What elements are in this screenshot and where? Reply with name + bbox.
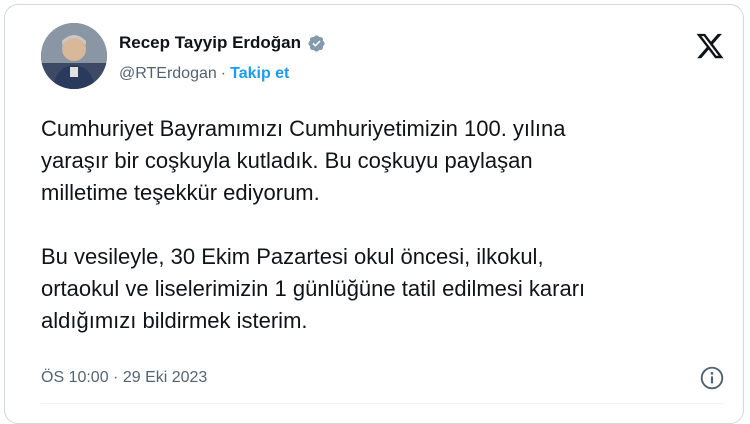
follow-link[interactable]: Takip et xyxy=(230,65,289,83)
separator-dot: · xyxy=(220,65,227,82)
tweet-paragraph-2: Bu vesileyle, 30 Ekim Pazartesi okul önc… xyxy=(41,244,586,333)
tweet-timestamp[interactable]: ÖS 10:00 · 29 Eki 2023 xyxy=(41,369,207,387)
author-avatar[interactable] xyxy=(41,23,107,89)
verified-badge-icon xyxy=(307,34,326,53)
info-icon[interactable] xyxy=(699,365,725,391)
tweet-paragraph-1: Cumhuriyet Bayramımızı Cumhuriyetimizin … xyxy=(41,116,566,205)
avatar-image xyxy=(41,23,107,89)
author-display-name[interactable]: Recep Tayyip Erdoğan xyxy=(119,33,301,53)
x-logo-icon[interactable] xyxy=(695,31,725,61)
tweet-card[interactable]: Recep Tayyip Erdoğan @RTErdogan · Takip … xyxy=(4,4,744,424)
author-handle-row: @RTErdogan · Takip et xyxy=(119,65,289,83)
author-handle[interactable]: @RTErdogan xyxy=(119,65,217,83)
tweet-body: Cumhuriyet Bayramımızı Cumhuriyetimizin … xyxy=(41,113,721,337)
author-name-row: Recep Tayyip Erdoğan xyxy=(119,33,326,53)
divider xyxy=(41,403,725,404)
